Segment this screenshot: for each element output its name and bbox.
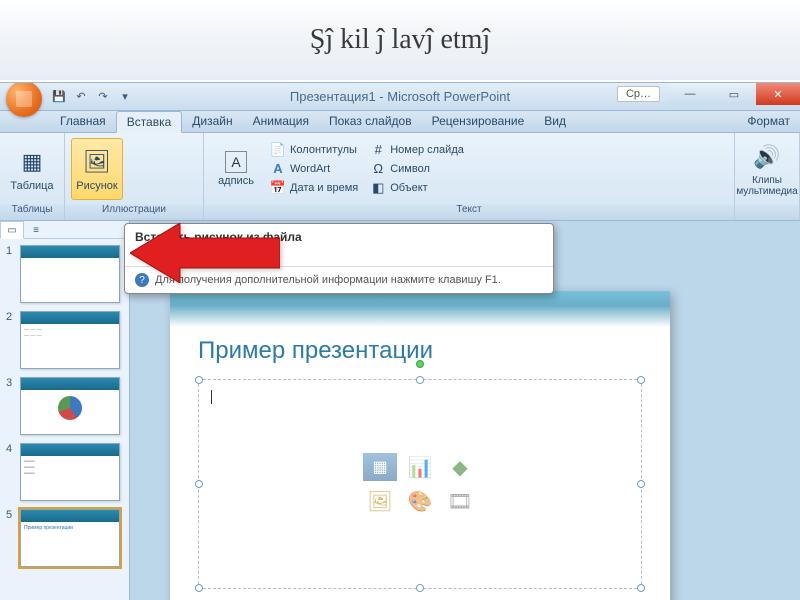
resize-handle[interactable]	[195, 376, 203, 384]
tab-insert[interactable]: Вставка	[116, 111, 183, 133]
resize-handle[interactable]	[195, 584, 203, 592]
picture-button[interactable]: 🖼 Рисунок	[71, 138, 123, 200]
headerfooter-label: Колонтитулы	[290, 144, 357, 156]
content-area: ▭ ≡ 1 2 — — —— — — 3 4 ═════════ 5 Пример п…	[0, 221, 800, 600]
group-tables-label: Таблицы	[0, 204, 64, 220]
rotate-handle[interactable]	[416, 360, 424, 368]
tab-slideshow[interactable]: Показ слайдов	[319, 111, 422, 132]
quick-access-toolbar: 💾 ↶ ↷ ▾	[50, 88, 134, 106]
content-placeholder[interactable]: ▦ 📊 ◆ 🖼 🎨 🎞	[198, 379, 642, 589]
tab-design[interactable]: Дизайн	[182, 111, 242, 132]
window-title: Презентация1 - Microsoft PowerPoint	[290, 89, 510, 104]
ribbon: ▦ Таблица Таблицы 🖼 Рисунок Иллюстрации …	[0, 133, 800, 221]
object-button[interactable]: ◧ Объект	[366, 179, 468, 197]
table-button[interactable]: ▦ Таблица	[6, 138, 58, 200]
slide-thumb-4[interactable]: ═════════	[20, 443, 120, 501]
slidenumber-icon: #	[370, 142, 386, 158]
tab-view[interactable]: Вид	[534, 111, 576, 132]
symbol-button[interactable]: Ω Символ	[366, 160, 468, 178]
slidenumber-button[interactable]: # Номер слайда	[366, 141, 468, 159]
table-label: Таблица	[10, 180, 53, 192]
insert-chart-icon[interactable]: 📊	[403, 453, 437, 481]
insert-picture-icon[interactable]: 🖼	[363, 487, 397, 515]
minimize-button[interactable]: —	[668, 83, 712, 105]
resize-handle[interactable]	[416, 376, 424, 384]
group-text: A адпись 📄 Колонтитулы A WordArt 📅 Дата и в…	[204, 133, 735, 220]
maximize-button[interactable]: ▭	[712, 83, 756, 105]
table-icon: ▦	[16, 146, 48, 178]
datetime-label: Дата и время	[290, 182, 358, 194]
redo-icon[interactable]: ↷	[94, 88, 112, 106]
outer-slide-header: Şĵ kil ĵ lavĵ etmĵ	[0, 0, 800, 80]
outline-tab-icon[interactable]: ≡	[24, 221, 48, 239]
qat-dropdown-icon[interactable]: ▾	[116, 88, 134, 106]
thumb-num: 5	[6, 509, 16, 521]
picture-icon: 🖼	[81, 146, 113, 178]
resize-handle[interactable]	[416, 584, 424, 592]
undo-icon[interactable]: ↶	[72, 88, 90, 106]
thumb-num: 4	[6, 443, 16, 455]
slide-canvas[interactable]: Пример презентации ▦ 📊 ◆	[170, 291, 670, 600]
slide-thumb-1[interactable]	[20, 245, 120, 303]
save-icon[interactable]: 💾	[50, 88, 68, 106]
textbox-button[interactable]: A адпись	[210, 138, 262, 200]
headerfooter-icon: 📄	[270, 142, 286, 158]
slide-thumbnails: 1 2 — — —— — — 3 4 ═════════ 5 Пример презе…	[0, 239, 129, 573]
group-tables: ▦ Таблица Таблицы	[0, 133, 65, 220]
insert-smartart-icon[interactable]: ◆	[443, 453, 477, 481]
resize-handle[interactable]	[637, 584, 645, 592]
group-text-label: Текст	[204, 204, 734, 220]
group-illustrations-label: Иллюстрации	[65, 204, 203, 220]
text-cursor	[211, 390, 212, 404]
slide-thumb-2[interactable]: — — —— — —	[20, 311, 120, 369]
tab-review[interactable]: Рецензирование	[422, 111, 535, 132]
textbox-label: адпись	[218, 175, 254, 187]
thumb-num: 2	[6, 311, 16, 323]
titlebar: 💾 ↶ ↷ ▾ Презентация1 - Microsoft PowerPo…	[0, 83, 800, 111]
speaker-icon: 🔊	[751, 141, 783, 173]
slidenumber-label: Номер слайда	[390, 144, 464, 156]
ribbon-tabs: Главная Вставка Дизайн Анимация Показ сл…	[0, 111, 800, 133]
slide-thumb-3[interactable]	[20, 377, 120, 435]
placeholder-icons: ▦ 📊 ◆ 🖼 🎨 🎞	[363, 453, 477, 515]
media-label: Клипы мультимедиа	[736, 175, 797, 197]
insert-clipart-icon[interactable]: 🎨	[403, 487, 437, 515]
slide-panel: ▭ ≡ 1 2 — — —— — — 3 4 ═════════ 5 Пример п…	[0, 221, 130, 600]
symbol-label: Символ	[390, 163, 430, 175]
symbol-icon: Ω	[370, 161, 386, 177]
tab-home[interactable]: Главная	[50, 111, 116, 132]
slide-theme-stripe	[170, 291, 670, 327]
datetime-button[interactable]: 📅 Дата и время	[266, 179, 362, 197]
insert-table-icon[interactable]: ▦	[363, 453, 397, 481]
slides-tab-icon[interactable]: ▭	[0, 221, 24, 239]
object-label: Объект	[390, 182, 427, 194]
wordart-button[interactable]: A WordArt	[266, 160, 362, 178]
thumb-num: 1	[6, 245, 16, 257]
resize-handle[interactable]	[195, 480, 203, 488]
group-media: 🔊 Клипы мультимедиа	[735, 133, 800, 220]
media-button[interactable]: 🔊 Клипы мультимедиа	[741, 138, 793, 200]
thumb-num: 3	[6, 377, 16, 389]
compat-badge: Ср…	[617, 86, 660, 102]
resize-handle[interactable]	[637, 376, 645, 384]
picture-label: Рисунок	[76, 180, 118, 192]
slide-thumb-5[interactable]: Пример презентации	[20, 509, 120, 567]
outer-title: Şĵ kil ĵ lavĵ etmĵ	[310, 24, 490, 56]
office-button[interactable]	[6, 82, 42, 117]
resize-handle[interactable]	[637, 480, 645, 488]
tab-format[interactable]: Формат	[737, 111, 800, 132]
textbox-icon: A	[225, 151, 247, 173]
close-button[interactable]: ✕	[756, 83, 800, 105]
headerfooter-button[interactable]: 📄 Колонтитулы	[266, 141, 362, 159]
insert-media-icon[interactable]: 🎞	[443, 487, 477, 515]
powerpoint-window: 💾 ↶ ↷ ▾ Презентация1 - Microsoft PowerPo…	[0, 82, 800, 600]
tab-animation[interactable]: Анимация	[243, 111, 319, 132]
datetime-icon: 📅	[270, 180, 286, 196]
object-icon: ◧	[370, 180, 386, 196]
annotation-arrow	[130, 223, 280, 283]
wordart-icon: A	[270, 161, 286, 177]
wordart-label: WordArt	[290, 163, 330, 175]
group-illustrations: 🖼 Рисунок Иллюстрации	[65, 133, 204, 220]
